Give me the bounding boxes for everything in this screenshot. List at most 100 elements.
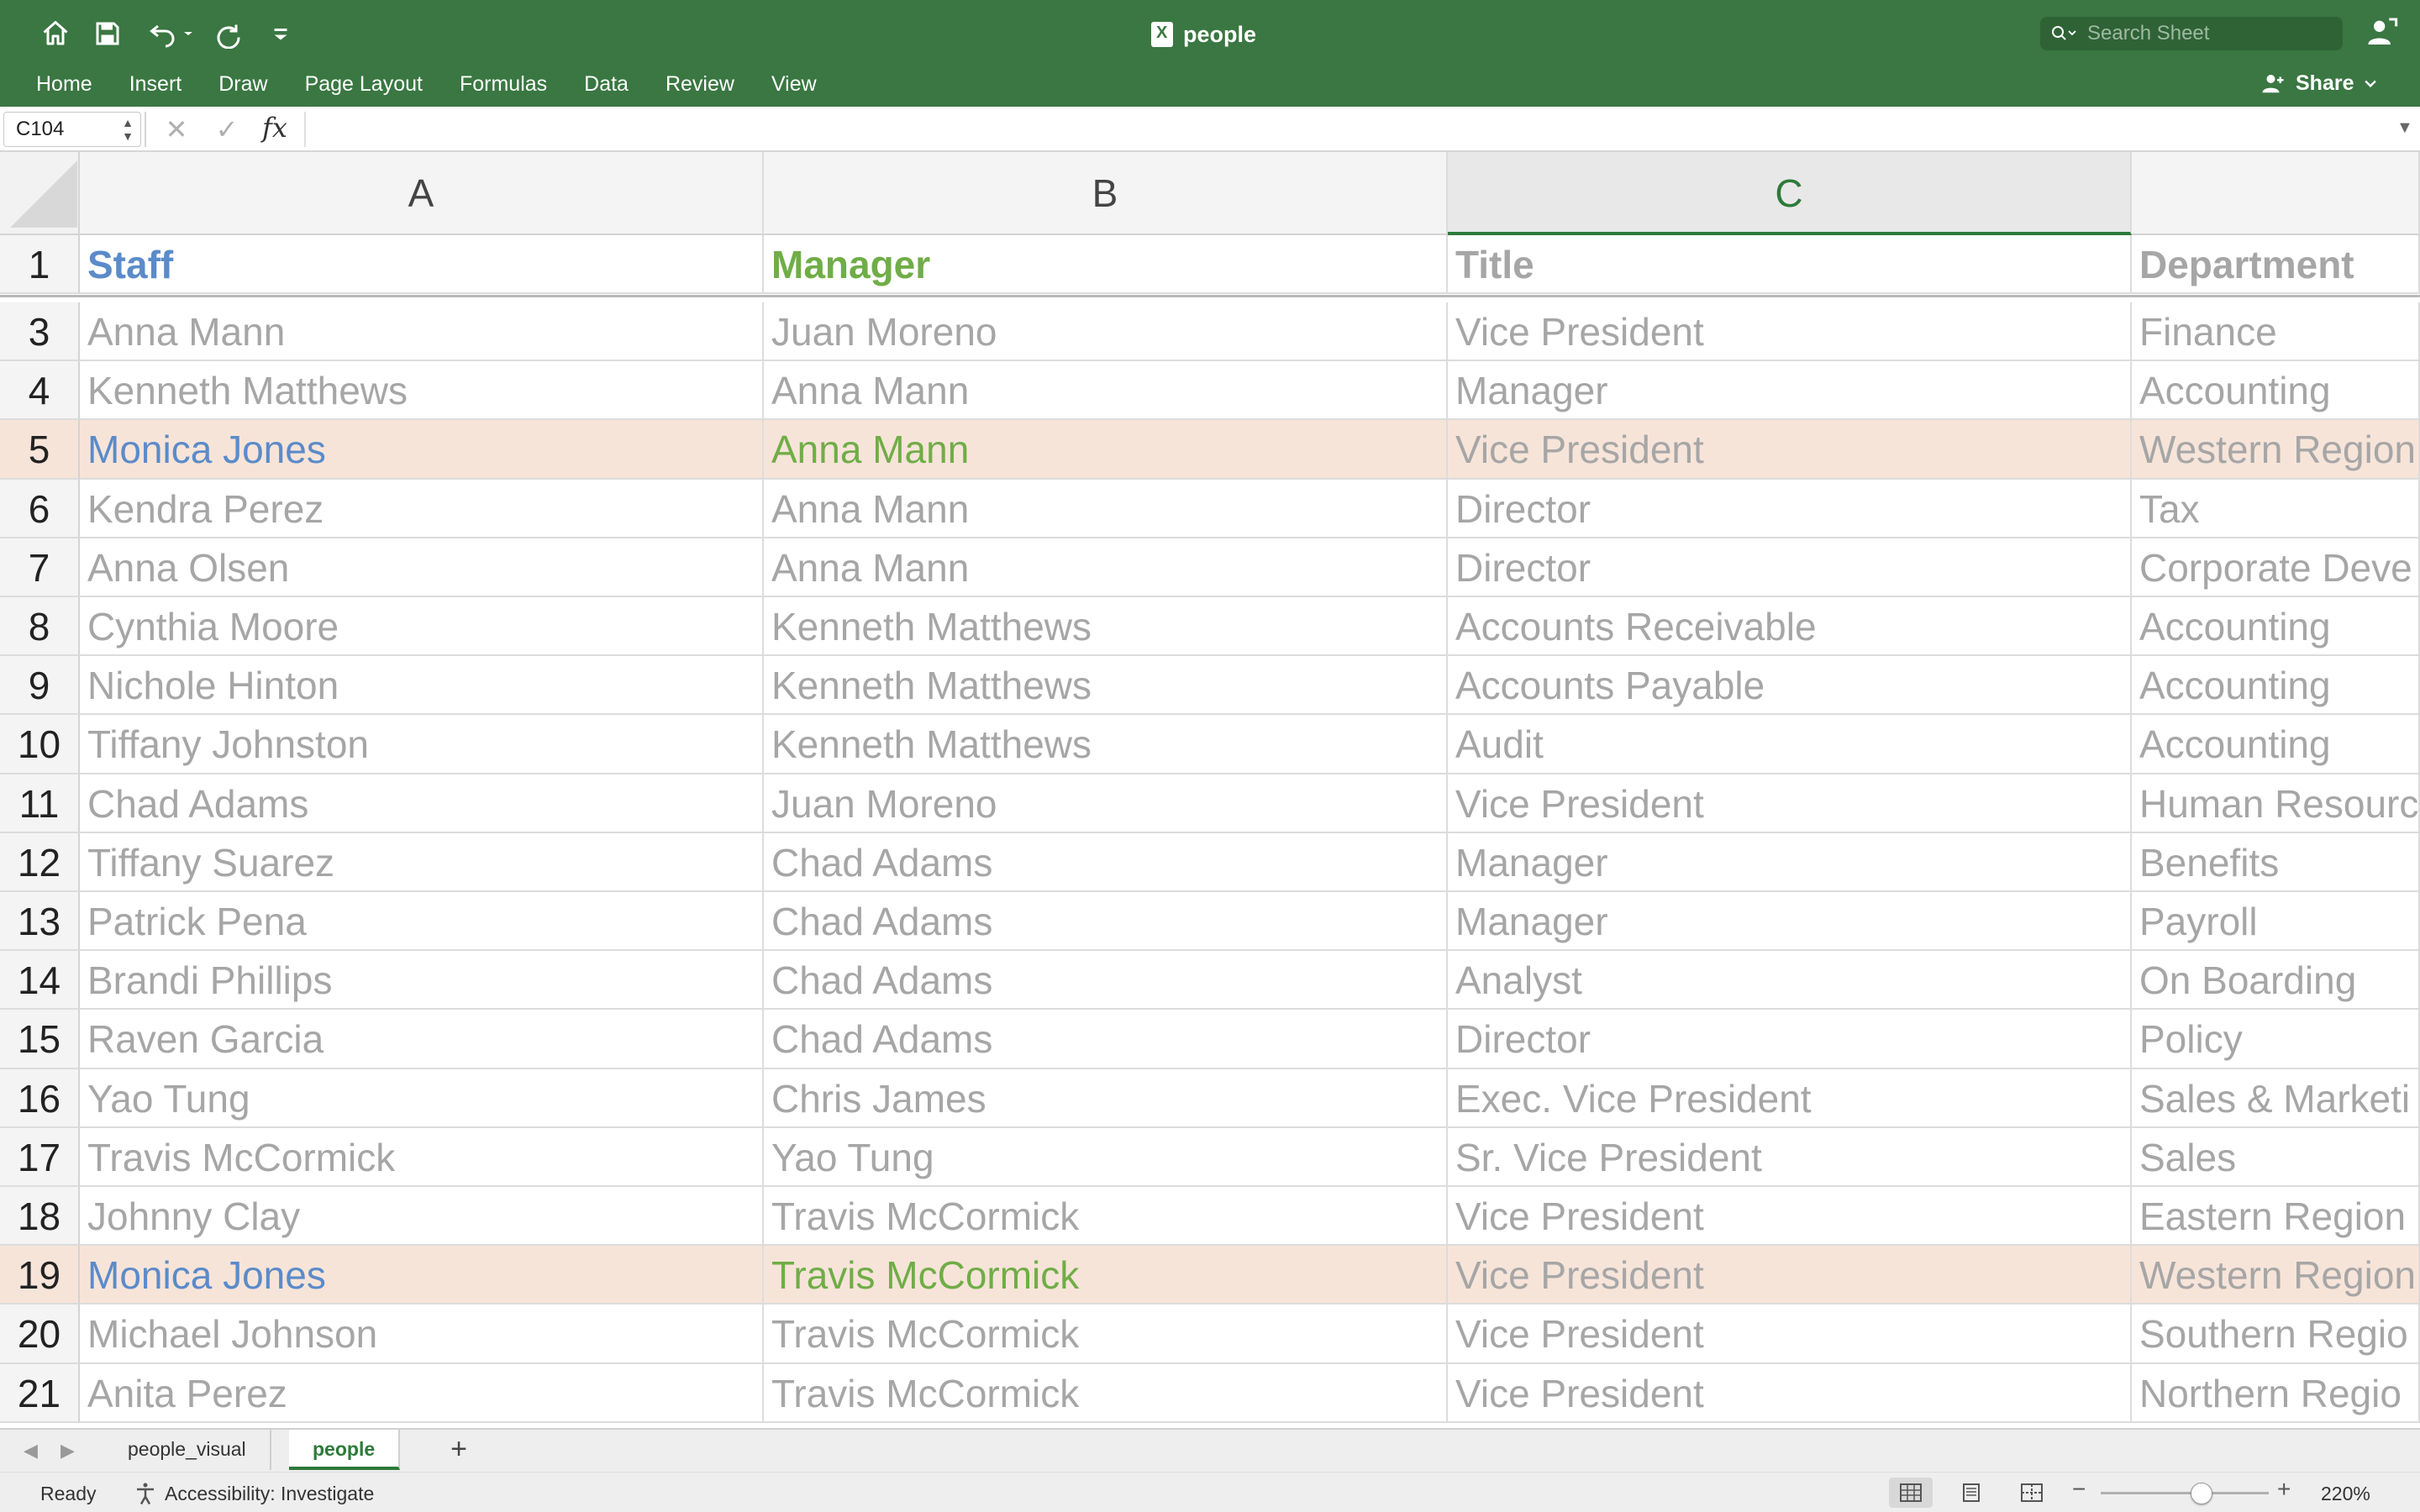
department-cell[interactable]: Corporate Deve: [2132, 538, 2420, 597]
row-header[interactable]: 11: [0, 774, 80, 833]
row-header[interactable]: 3: [0, 302, 80, 362]
title-cell[interactable]: Director: [1448, 538, 2132, 597]
insert-function-icon[interactable]: fx: [262, 112, 287, 144]
column-header-a[interactable]: A: [80, 152, 764, 235]
staff-cell[interactable]: Kendra Perez: [80, 479, 764, 538]
title-cell[interactable]: Accounts Receivable: [1448, 597, 2132, 657]
column-title-title[interactable]: Title: [1448, 235, 2132, 294]
title-cell[interactable]: Vice President: [1448, 420, 2132, 480]
department-cell[interactable]: Payroll: [2132, 892, 2420, 952]
staff-cell[interactable]: Tiffany Johnston: [80, 715, 764, 774]
department-cell[interactable]: Accounting: [2132, 715, 2420, 774]
tab-formulas[interactable]: Formulas: [441, 66, 566, 102]
row-header[interactable]: 8: [0, 597, 80, 657]
column-header-b[interactable]: B: [764, 152, 1448, 235]
staff-cell[interactable]: Yao Tung: [80, 1068, 764, 1128]
manager-cell[interactable]: Chad Adams: [764, 951, 1448, 1011]
title-cell[interactable]: Manager: [1448, 892, 2132, 952]
accessibility-status[interactable]: Accessibility: Investigate: [133, 1481, 374, 1506]
staff-cell[interactable]: Raven Garcia: [80, 1010, 764, 1069]
department-cell[interactable]: On Boarding: [2132, 951, 2420, 1011]
manager-cell[interactable]: Travis McCormick: [764, 1246, 1448, 1305]
previous-sheet-icon[interactable]: ◀: [24, 1440, 38, 1462]
page-layout-view-icon[interactable]: [1949, 1478, 1993, 1508]
share-button[interactable]: Share: [2259, 66, 2379, 101]
row-header[interactable]: 9: [0, 656, 80, 716]
column-title-staff[interactable]: Staff: [80, 235, 764, 294]
formula-input[interactable]: [319, 113, 2370, 145]
staff-cell[interactable]: Tiffany Suarez: [80, 832, 764, 892]
manager-cell[interactable]: Travis McCormick: [764, 1363, 1448, 1423]
manager-cell[interactable]: Chad Adams: [764, 1010, 1448, 1069]
row-header[interactable]: 21: [0, 1363, 80, 1423]
manager-cell[interactable]: Chad Adams: [764, 832, 1448, 892]
manager-cell[interactable]: Kenneth Matthews: [764, 656, 1448, 716]
column-header-d[interactable]: [2132, 152, 2420, 235]
row-header[interactable]: 15: [0, 1010, 80, 1069]
manager-cell[interactable]: Chad Adams: [764, 892, 1448, 952]
home-icon[interactable]: [37, 15, 74, 52]
staff-cell[interactable]: Anna Mann: [80, 302, 764, 362]
tab-home[interactable]: Home: [0, 66, 111, 102]
department-cell[interactable]: Sales & Marketi: [2132, 1068, 2420, 1128]
department-cell[interactable]: Accounting: [2132, 656, 2420, 716]
staff-cell[interactable]: Travis McCormick: [80, 1127, 764, 1187]
title-cell[interactable]: Vice President: [1448, 1187, 2132, 1247]
department-cell[interactable]: Western Region: [2132, 1246, 2420, 1305]
title-cell[interactable]: Sr. Vice President: [1448, 1127, 2132, 1187]
department-cell[interactable]: Accounting: [2132, 597, 2420, 657]
department-cell[interactable]: Sales: [2132, 1127, 2420, 1187]
search-sheet-input[interactable]: [2087, 22, 2323, 45]
zoom-slider-handle[interactable]: [2191, 1483, 2212, 1504]
row-header[interactable]: 7: [0, 538, 80, 597]
manager-cell[interactable]: Travis McCormick: [764, 1305, 1448, 1364]
title-cell[interactable]: Vice President: [1448, 1363, 2132, 1423]
staff-cell[interactable]: Kenneth Matthews: [80, 361, 764, 421]
manager-cell[interactable]: Kenneth Matthews: [764, 597, 1448, 657]
staff-cell[interactable]: Monica Jones: [80, 420, 764, 480]
department-cell[interactable]: Southern Regio: [2132, 1305, 2420, 1364]
row-header[interactable]: 1: [0, 235, 80, 294]
staff-cell[interactable]: Brandi Phillips: [80, 951, 764, 1011]
department-cell[interactable]: Western Region: [2132, 420, 2420, 480]
title-cell[interactable]: Director: [1448, 1010, 2132, 1069]
manager-cell[interactable]: Anna Mann: [764, 538, 1448, 597]
search-sheet-box[interactable]: [2040, 17, 2343, 50]
save-icon[interactable]: [89, 15, 126, 52]
tab-page-layout[interactable]: Page Layout: [287, 66, 441, 102]
expand-formula-bar-icon[interactable]: ▼: [2396, 118, 2413, 138]
row-header[interactable]: 6: [0, 479, 80, 538]
title-cell[interactable]: Vice President: [1448, 1246, 2132, 1305]
normal-view-icon[interactable]: [1889, 1478, 1933, 1508]
cancel-formula-icon[interactable]: ✕: [160, 113, 193, 145]
manager-cell[interactable]: Travis McCormick: [764, 1187, 1448, 1247]
row-header[interactable]: 10: [0, 715, 80, 774]
row-header[interactable]: 5: [0, 420, 80, 480]
staff-cell[interactable]: Monica Jones: [80, 1246, 764, 1305]
department-cell[interactable]: Policy: [2132, 1010, 2420, 1069]
freeze-pane-divider[interactable]: [0, 295, 2420, 297]
row-header[interactable]: 13: [0, 892, 80, 952]
manager-cell[interactable]: Anna Mann: [764, 361, 1448, 421]
zoom-in-button[interactable]: +: [2277, 1476, 2291, 1503]
title-cell[interactable]: Manager: [1448, 361, 2132, 421]
sheet-tab-people-visual[interactable]: people_visual: [104, 1430, 271, 1470]
department-cell[interactable]: Northern Regio: [2132, 1363, 2420, 1423]
title-cell[interactable]: Manager: [1448, 832, 2132, 892]
manager-cell[interactable]: Anna Mann: [764, 420, 1448, 480]
column-header-c[interactable]: C: [1448, 152, 2132, 235]
confirm-formula-icon[interactable]: ✓: [210, 113, 244, 145]
manager-cell[interactable]: Juan Moreno: [764, 774, 1448, 833]
row-header[interactable]: 19: [0, 1246, 80, 1305]
customize-toolbar-icon[interactable]: [264, 15, 297, 52]
row-header[interactable]: 20: [0, 1305, 80, 1364]
row-header[interactable]: 4: [0, 361, 80, 421]
staff-cell[interactable]: Cynthia Moore: [80, 597, 764, 657]
row-header[interactable]: 18: [0, 1187, 80, 1247]
spreadsheet-grid[interactable]: ABC 1 Staff Manager Title Department 3 Anna Ma…: [0, 152, 2420, 1428]
staff-cell[interactable]: Chad Adams: [80, 774, 764, 833]
row-header[interactable]: 12: [0, 832, 80, 892]
title-cell[interactable]: Exec. Vice President: [1448, 1068, 2132, 1128]
title-cell[interactable]: Vice President: [1448, 774, 2132, 833]
manager-cell[interactable]: Kenneth Matthews: [764, 715, 1448, 774]
